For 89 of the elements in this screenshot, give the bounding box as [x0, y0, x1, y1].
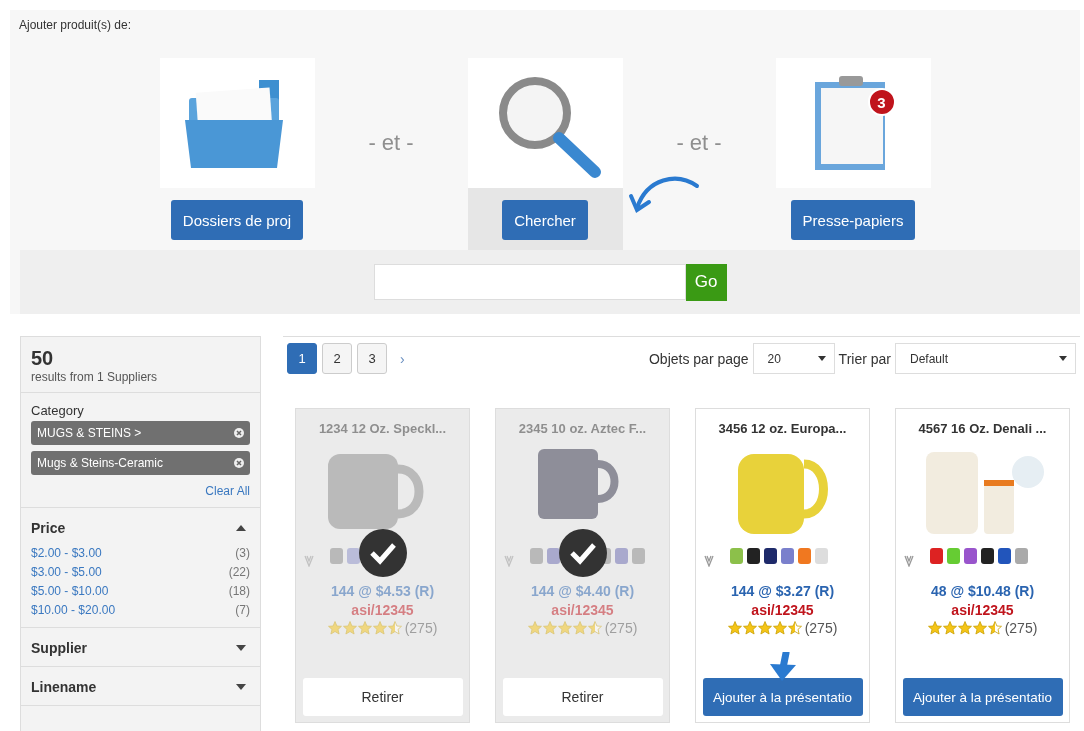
- star-icon: [572, 621, 587, 635]
- source-button[interactable]: Presse-papiers: [790, 200, 916, 240]
- remove-icon: [234, 428, 244, 438]
- logo-icon: [904, 555, 914, 567]
- price-link[interactable]: $10.00 - $20.00: [31, 601, 116, 619]
- filter-chip[interactable]: Mugs & Steins-Ceramic: [31, 451, 250, 475]
- filter-header[interactable]: Price: [31, 518, 250, 538]
- star-icon: [542, 621, 557, 635]
- review-count: (275): [604, 620, 638, 636]
- star-icon: [357, 621, 372, 635]
- caret-icon: [236, 684, 246, 690]
- field-label: Objets par page: [649, 350, 749, 367]
- star-icon: [527, 621, 542, 635]
- price-link[interactable]: $5.00 - $10.00: [31, 582, 109, 600]
- star-icon: [742, 621, 757, 635]
- source-button[interactable]: Dossiers de proj: [170, 200, 304, 240]
- source-panel[interactable]: Chercher: [467, 58, 623, 250]
- review-count: (275): [404, 620, 438, 636]
- price-link[interactable]: $3.00 - $5.00: [31, 563, 102, 581]
- add-button[interactable]: Ajouter à la présentatio: [702, 678, 863, 716]
- product-title[interactable]: 2345 10 oz. Aztec F...: [518, 421, 647, 436]
- product-price: 48 @ $10.48 (R): [930, 583, 1035, 599]
- product-title[interactable]: 4567 16 Oz. Denali ...: [918, 421, 1047, 436]
- star-icon: [942, 621, 957, 635]
- page-button[interactable]: 1: [287, 343, 317, 374]
- logo-icon: [704, 555, 714, 567]
- star-icon: [587, 621, 602, 635]
- filter-label: Category: [31, 403, 85, 418]
- star-icon: [372, 621, 387, 635]
- filter-header[interactable]: Supplier: [31, 638, 250, 658]
- section-title: Ajouter produit(s) de:: [18, 18, 133, 34]
- product-title[interactable]: 3456 12 oz. Europa...: [718, 421, 847, 436]
- item-count: (22): [228, 564, 250, 581]
- logo-icon: [504, 555, 514, 567]
- star-icon: [757, 621, 772, 635]
- star-icon: [927, 621, 942, 635]
- check-icon: [559, 529, 607, 577]
- field-label: Trier par: [838, 350, 891, 367]
- source-panel[interactable]: 3 Presse-papiers: [775, 58, 931, 250]
- filter-chip[interactable]: MUGS & STEINS >: [31, 421, 250, 445]
- clear-link[interactable]: Clear All: [205, 484, 250, 498]
- review-count: (275): [804, 620, 838, 636]
- caret-icon: [817, 356, 826, 361]
- caret-icon: [1059, 356, 1067, 361]
- source-button[interactable]: Chercher: [502, 200, 588, 240]
- star-icon: [387, 621, 402, 635]
- separator-text: - et -: [675, 130, 723, 156]
- item-count: (3): [235, 545, 250, 562]
- product-code: asi/12345: [751, 602, 814, 618]
- product-price: 144 @ $4.40 (R): [530, 583, 635, 599]
- source-panel[interactable]: Dossiers de proj: [159, 58, 315, 250]
- next-page-link[interactable]: ›: [400, 350, 405, 367]
- remove-button[interactable]: Retirer: [302, 678, 463, 716]
- star-icon: [327, 621, 342, 635]
- page-button[interactable]: 3: [357, 343, 387, 374]
- star-icon: [342, 621, 357, 635]
- item-count: (7): [235, 602, 250, 619]
- result-count: 50: [31, 347, 55, 370]
- per-page-select[interactable]: 20: [752, 343, 835, 374]
- add-button[interactable]: Ajouter à la présentatio: [902, 678, 1063, 716]
- search-field[interactable]: [373, 264, 686, 300]
- product-code: asi/12345: [351, 602, 414, 618]
- product-price: 144 @ $3.27 (R): [730, 583, 835, 599]
- item-count: (18): [228, 583, 250, 600]
- filter-header[interactable]: Linename: [31, 677, 250, 697]
- price-link[interactable]: $2.00 - $3.00: [31, 544, 102, 562]
- result-text: results from 1 Suppliers: [31, 370, 159, 384]
- product-title[interactable]: 1234 12 Oz. Speckl...: [318, 421, 447, 436]
- check-icon: [359, 529, 407, 577]
- star-icon: [772, 621, 787, 635]
- review-count: (275): [1004, 620, 1038, 636]
- logo-icon: [304, 555, 314, 567]
- product-price: 144 @ $4.53 (R): [330, 583, 435, 599]
- caret-icon: [236, 525, 246, 531]
- star-icon: [957, 621, 972, 635]
- separator-text: - et -: [367, 130, 415, 156]
- page-button[interactable]: 2: [322, 343, 352, 374]
- remove-button[interactable]: Retirer: [502, 678, 663, 716]
- go-button[interactable]: Go: [685, 263, 727, 301]
- star-icon: [557, 621, 572, 635]
- sort-select[interactable]: Default: [895, 343, 1076, 374]
- remove-icon: [234, 458, 244, 468]
- caret-icon: [236, 645, 246, 651]
- star-icon: [787, 621, 802, 635]
- star-icon: [972, 621, 987, 635]
- product-code: asi/12345: [551, 602, 614, 618]
- star-icon: [727, 621, 742, 635]
- star-icon: [987, 621, 1002, 635]
- product-code: asi/12345: [951, 602, 1014, 618]
